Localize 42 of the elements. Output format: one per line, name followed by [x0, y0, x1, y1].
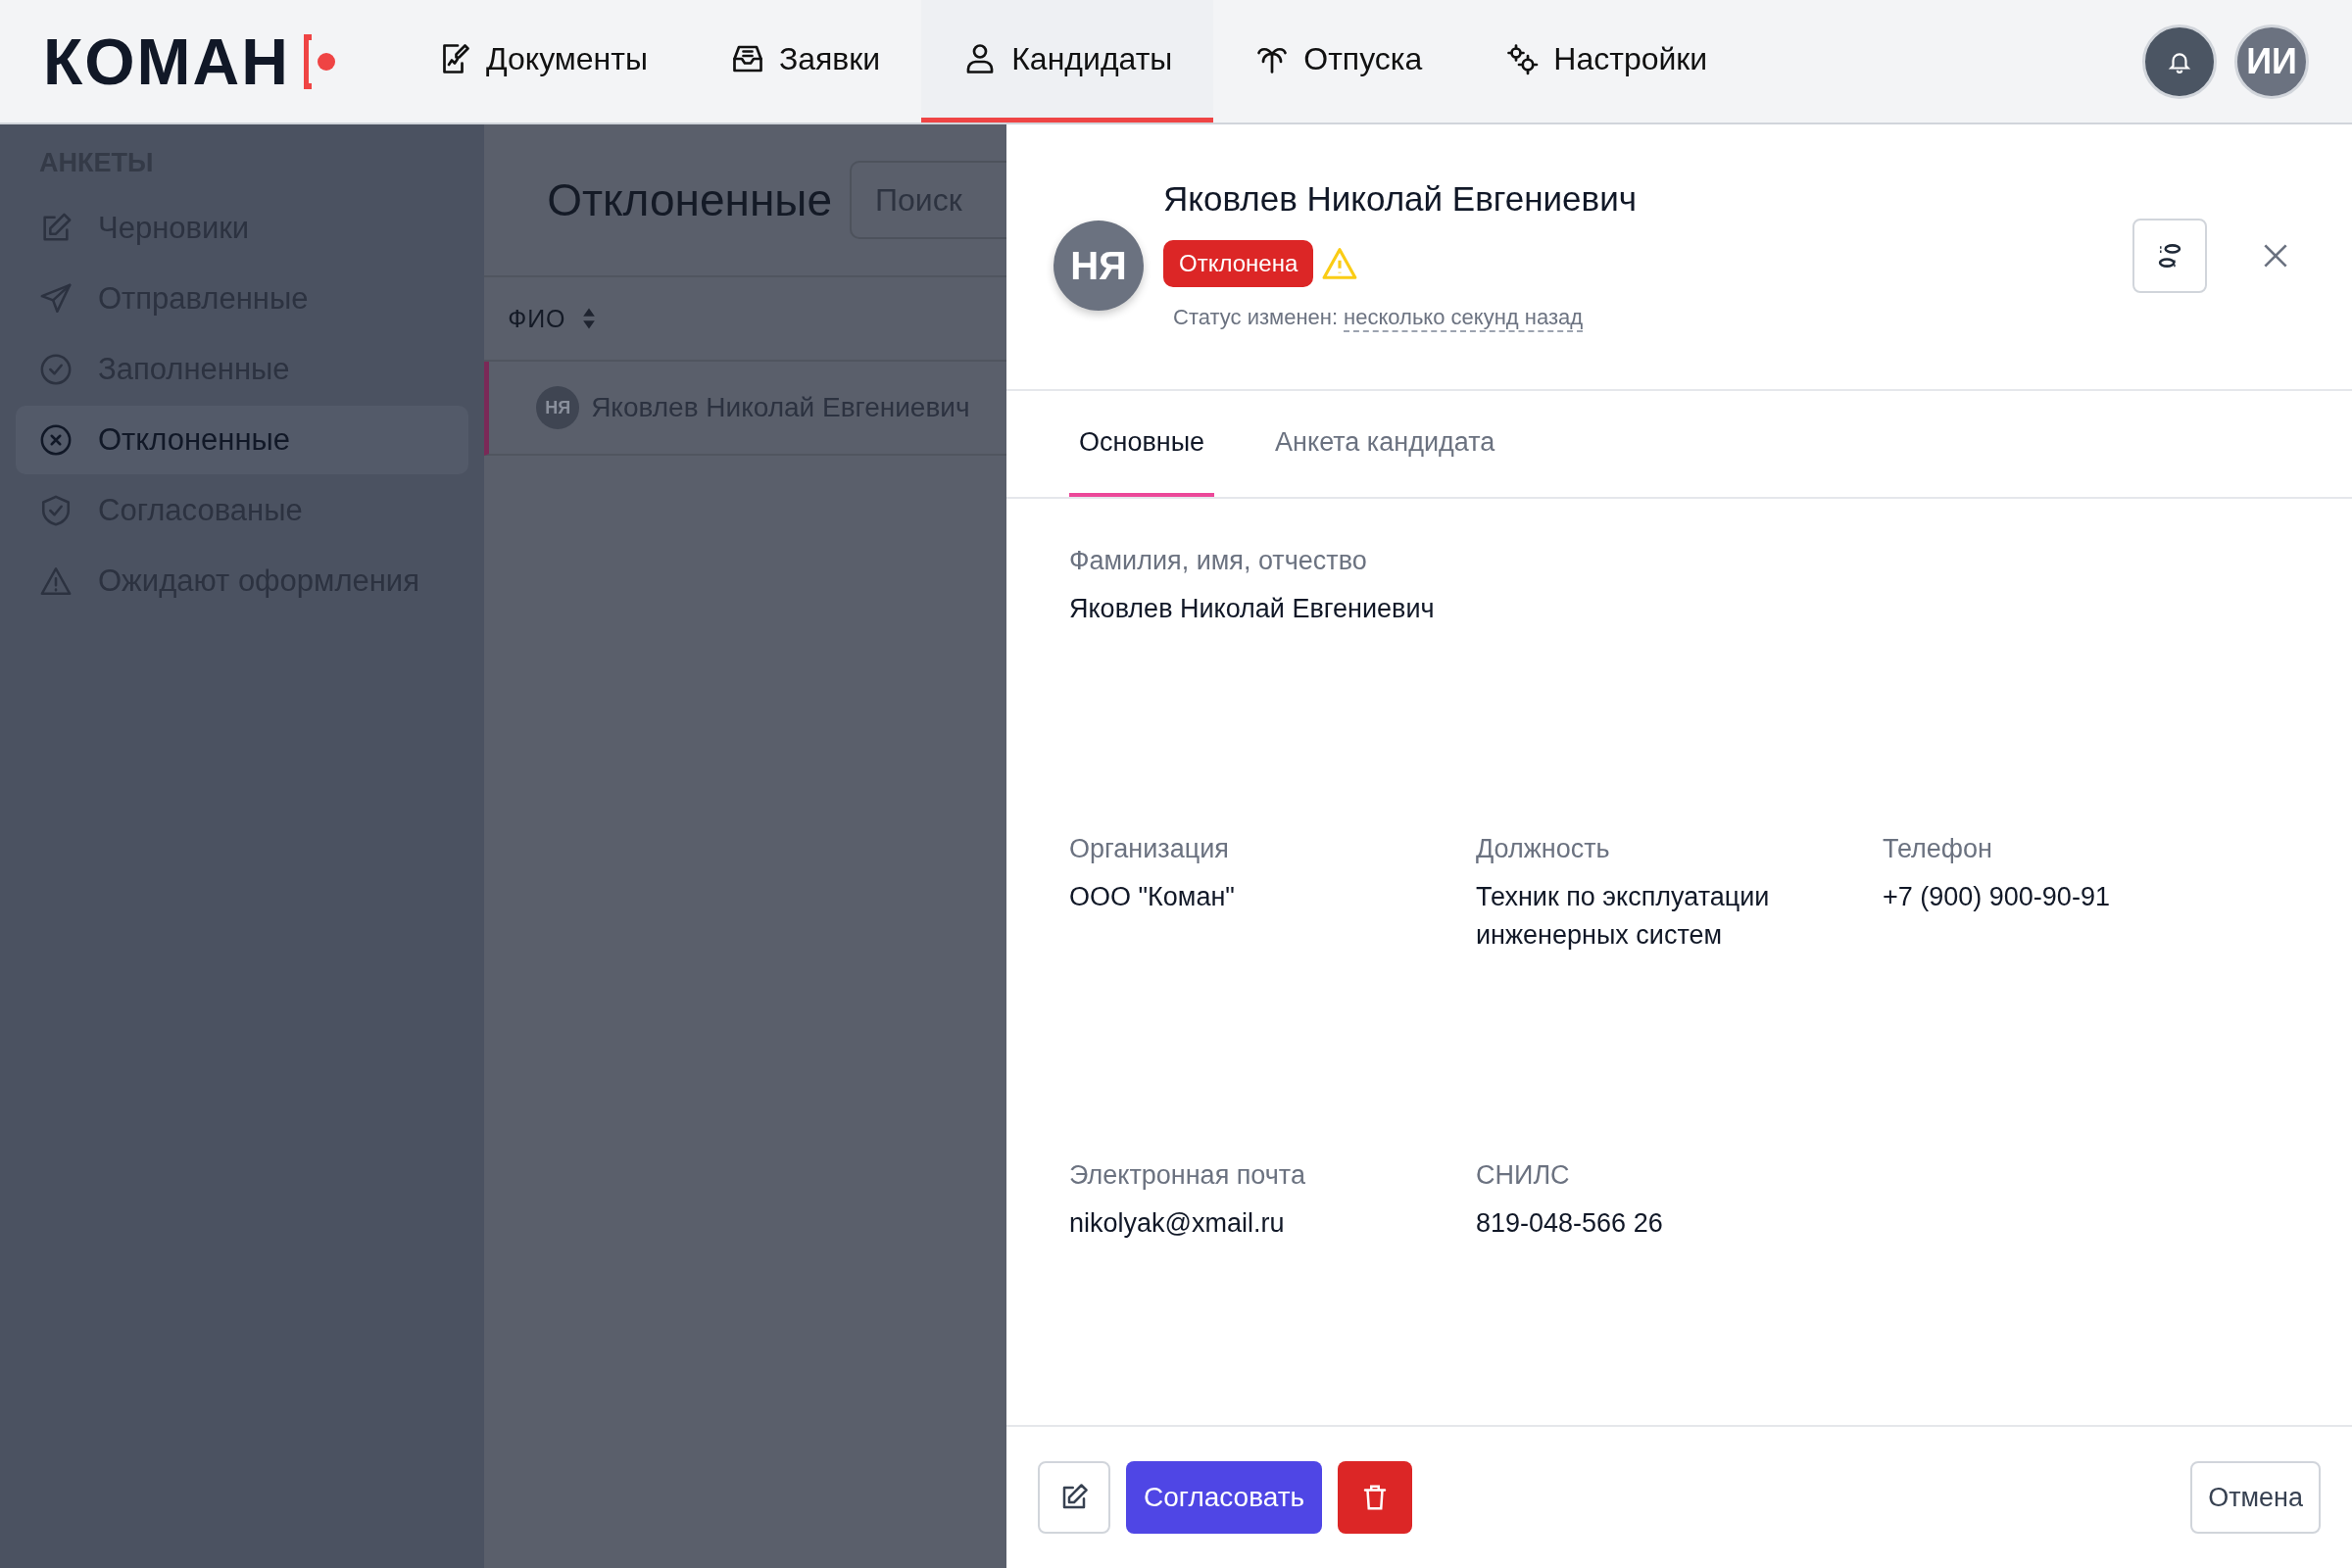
warning-triangle-icon: [39, 564, 73, 598]
field-label: СНИЛС: [1476, 1160, 1571, 1192]
sort-icon[interactable]: [581, 306, 596, 331]
field-label: Фамилия, имя, отчество: [1069, 546, 1368, 576]
field-label: Телефон: [1883, 834, 1993, 865]
field-label: Организация: [1069, 834, 1230, 865]
warning-icon: [1321, 245, 1359, 282]
history-button[interactable]: [2132, 219, 2207, 293]
approve-button[interactable]: Согласовать: [1126, 1461, 1323, 1534]
sidebar-item[interactable]: Отклоненные: [16, 406, 469, 474]
check-circle-icon: [39, 353, 73, 386]
nav-tab[interactable]: Настройки: [1463, 0, 1749, 122]
tab[interactable]: Анкета кандидата: [1265, 391, 1505, 497]
x-circle-icon: [39, 423, 73, 457]
nav-tab[interactable]: Документы: [395, 0, 689, 122]
column-header: ФИО: [508, 304, 566, 333]
cancel-button[interactable]: Отмена: [2190, 1461, 2321, 1534]
avatar: НЯ: [536, 386, 580, 429]
logo-text: КОМАН: [43, 24, 290, 99]
delete-button[interactable]: [1338, 1461, 1413, 1534]
tab[interactable]: Основные: [1069, 391, 1215, 497]
field-label: Должность: [1476, 834, 1611, 865]
user-avatar[interactable]: ИИ: [2234, 24, 2309, 99]
field-value: ООО "Коман": [1069, 881, 1236, 914]
avatar: НЯ: [1054, 220, 1144, 311]
status-badge: Отклонена: [1163, 240, 1314, 287]
nav-tab[interactable]: Кандидаты: [921, 0, 1214, 122]
field-value: Техник по эксплуатации инженерных систем: [1476, 881, 1771, 953]
page-title: Отклоненные: [547, 173, 832, 226]
field-value: 819-048-566 26: [1476, 1207, 1664, 1241]
paper-plane-icon: [39, 282, 73, 316]
field-label: Электронная почта: [1069, 1160, 1306, 1192]
field-value: nikolyak@xmail.ru: [1069, 1207, 1286, 1241]
field-value: Яковлев Николай Евгениевич: [1069, 593, 1436, 625]
status-label: Статус изменен:: [1173, 305, 1339, 331]
edit-button[interactable]: [1038, 1461, 1110, 1534]
status-time-link[interactable]: несколько секунд назад: [1344, 305, 1584, 332]
field-value: +7 (900) 900-90-91: [1883, 881, 2111, 914]
nav-tab[interactable]: Отпуска: [1213, 0, 1464, 122]
nav-tab[interactable]: Заявки: [688, 0, 922, 122]
candidate-name: Яковлев Николай Евгениевич: [1163, 179, 1637, 219]
shield-check-icon: [39, 494, 73, 527]
